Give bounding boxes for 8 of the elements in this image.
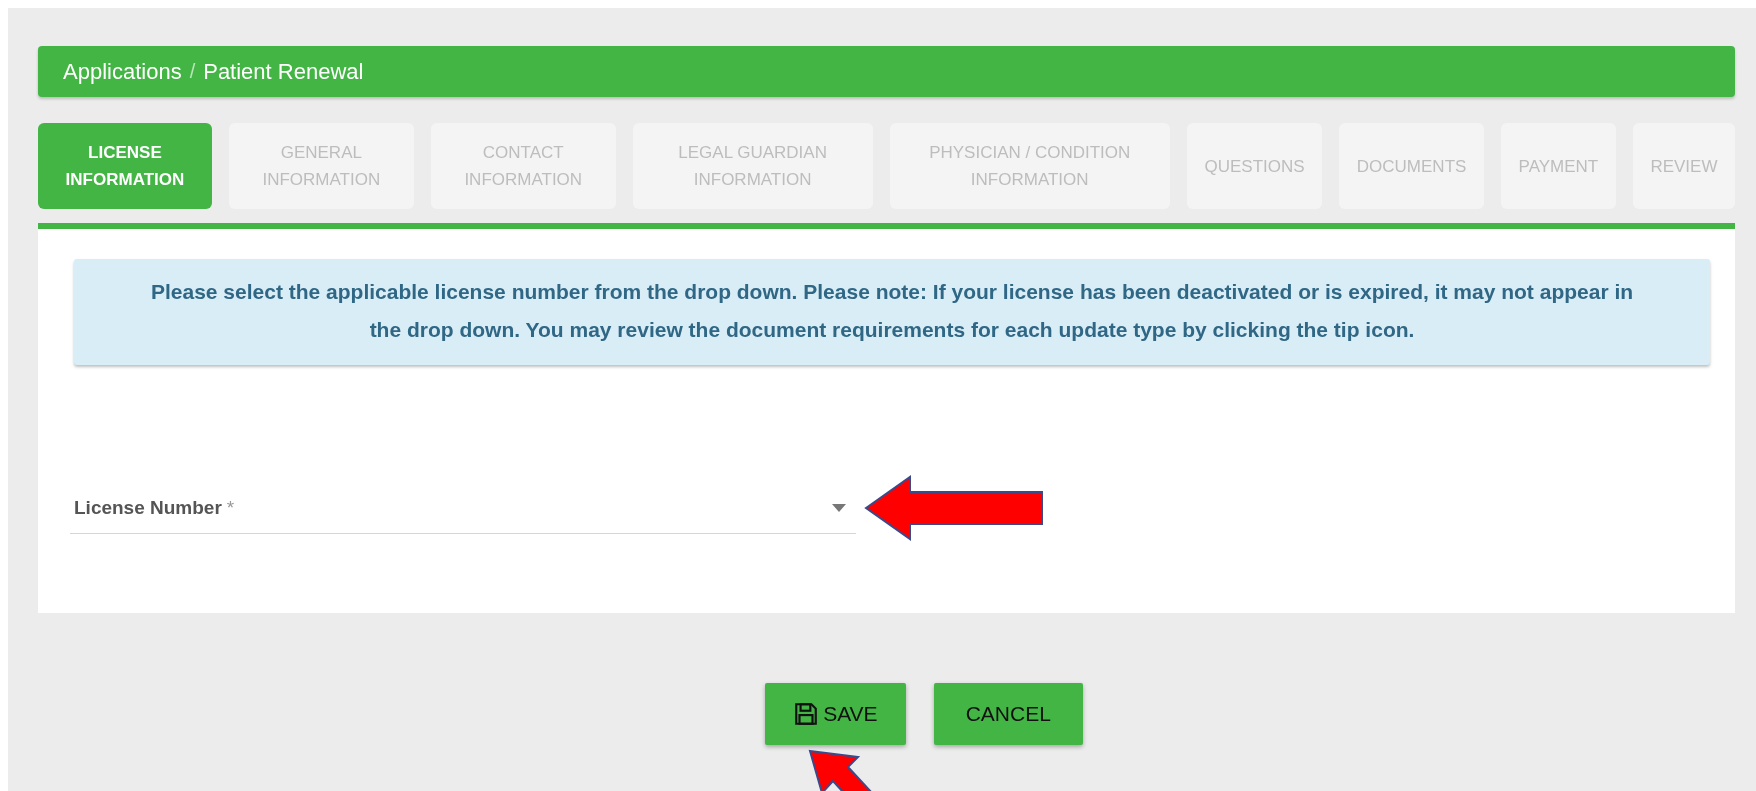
breadcrumb-current: Patient Renewal bbox=[203, 58, 364, 85]
save-button[interactable]: SAVE bbox=[765, 683, 906, 745]
breadcrumb-link[interactable]: Applications bbox=[63, 58, 182, 85]
license-number-dropdown[interactable]: License Number * bbox=[70, 482, 856, 534]
cancel-button[interactable]: CANCEL bbox=[933, 683, 1083, 745]
breadcrumb-separator: / bbox=[189, 60, 196, 83]
notice-message: Please select the applicable license number from the drop down. Please note: If your license has been deactivated or is expired, it may not appear in the drop down. You may review the document requirements for each update type by clicking the tip icon. bbox=[74, 259, 1710, 365]
step-tab[interactable]: LICENSE INFORMATION bbox=[38, 123, 212, 209]
